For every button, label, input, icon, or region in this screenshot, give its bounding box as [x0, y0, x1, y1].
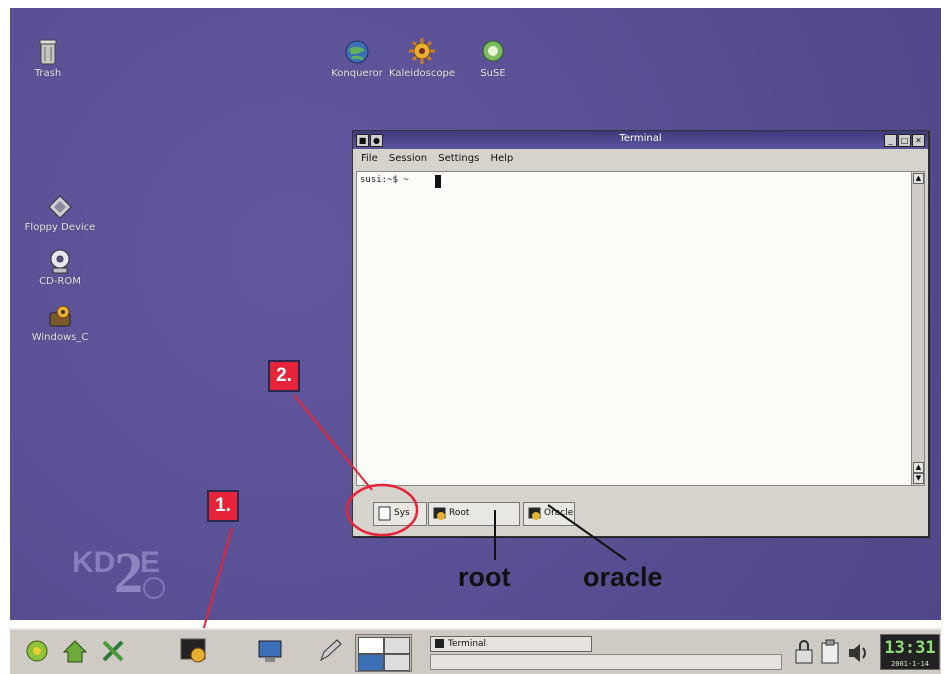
pager-desktop-3[interactable]	[358, 654, 384, 671]
new-konsole-icon[interactable]	[178, 636, 210, 666]
marker-1: 1.	[207, 490, 239, 522]
pen-icon[interactable]	[315, 636, 345, 666]
tools-icon[interactable]	[98, 636, 128, 666]
home-icon[interactable]	[60, 636, 90, 666]
pager-desktop-4[interactable]	[384, 654, 410, 671]
desktop-pager[interactable]	[355, 634, 412, 672]
pager-desktop-2[interactable]	[384, 637, 410, 654]
task-label: Terminal	[448, 639, 487, 649]
screen: Trash Konqueror Kaleidoscope SuSE Floppy…	[0, 0, 945, 674]
volume-icon[interactable]	[846, 640, 872, 666]
pager-desktop-1[interactable]	[358, 637, 384, 654]
task-icon	[435, 639, 444, 648]
kde-menu-icon[interactable]	[22, 636, 52, 666]
monitor-icon[interactable]	[255, 636, 285, 666]
marker-2: 2.	[268, 360, 300, 392]
taskbar-task-terminal[interactable]: Terminal	[430, 636, 592, 652]
annotation-root: root	[458, 562, 511, 592]
clock-time: 13:31	[884, 638, 936, 658]
taskbar: Terminal 13:31 2001-1-14	[10, 628, 941, 674]
clipboard-icon[interactable]	[818, 638, 844, 666]
clock-date: 2001-1-14	[891, 660, 929, 668]
clock[interactable]: 13:31 2001-1-14	[880, 634, 940, 670]
lock-icon[interactable]	[792, 638, 816, 666]
annotation-oracle: oracle	[583, 562, 663, 592]
taskbar-empty-area	[430, 654, 782, 670]
